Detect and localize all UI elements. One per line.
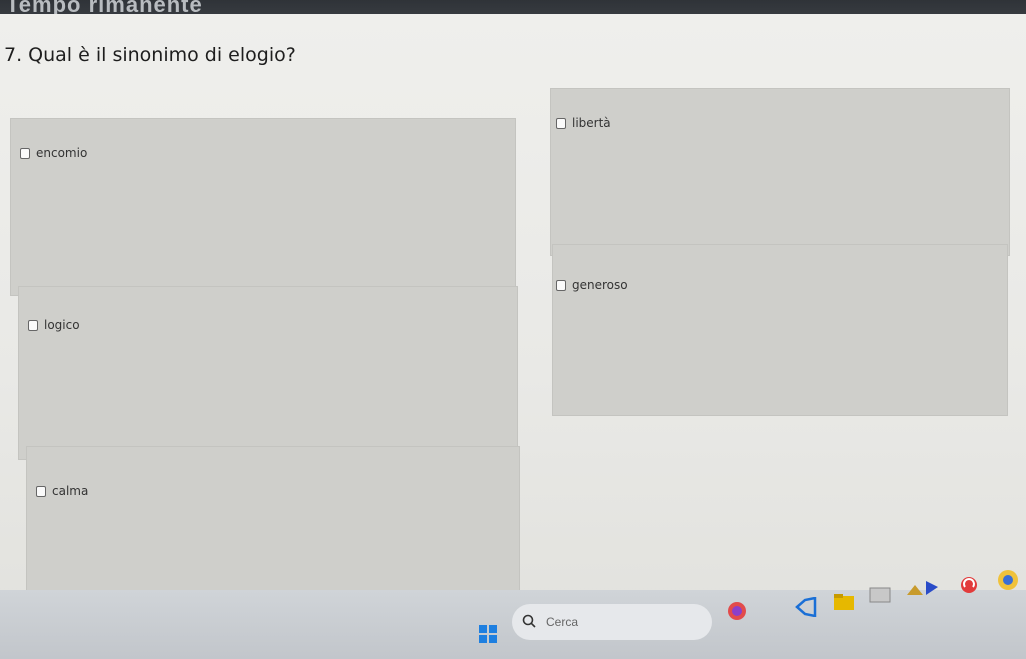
option-label: encomio (36, 146, 88, 160)
option-label: logico (44, 318, 80, 332)
question-text: 7. Qual è il sinonimo di elogio? (4, 44, 296, 66)
search-placeholder: Cerca (546, 615, 579, 629)
option-logico[interactable]: logico (28, 318, 80, 332)
app-icon-5[interactable] (996, 568, 1020, 592)
option-card-generoso[interactable] (552, 244, 1008, 416)
option-card-liberta[interactable] (550, 88, 1010, 256)
option-label: calma (52, 484, 89, 498)
option-liberta[interactable]: libertà (556, 116, 611, 130)
app-icon[interactable] (868, 586, 892, 604)
checkbox-icon[interactable] (556, 279, 566, 291)
option-card-logico[interactable] (18, 286, 518, 460)
checkbox-icon[interactable] (28, 319, 38, 331)
option-label: libertà (572, 116, 611, 130)
checkbox-icon[interactable] (20, 147, 30, 159)
windows-start-icon[interactable] (478, 624, 498, 644)
option-encomio[interactable]: encomio (20, 146, 87, 160)
option-card-encomio[interactable] (10, 118, 516, 296)
app-icon-3[interactable] (922, 578, 942, 598)
option-calma[interactable]: calma (36, 484, 88, 498)
firefox-icon[interactable] (726, 600, 748, 622)
app-icon-4[interactable] (958, 574, 980, 596)
vscode-icon[interactable] (794, 596, 818, 618)
option-label: generoso (572, 278, 628, 292)
search-icon (522, 614, 536, 631)
taskbar-search[interactable]: Cerca (512, 604, 712, 640)
file-explorer-icon[interactable] (832, 592, 856, 612)
option-generoso[interactable]: generoso (556, 278, 628, 292)
checkbox-icon[interactable] (36, 485, 46, 497)
checkbox-icon[interactable] (556, 117, 566, 129)
